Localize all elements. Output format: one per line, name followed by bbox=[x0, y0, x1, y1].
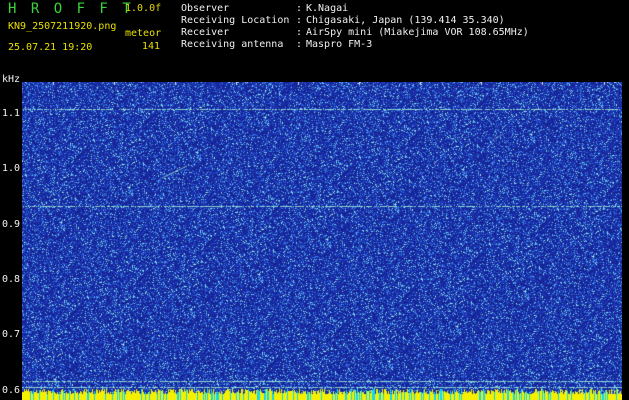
meta-key-receiver: Receiver bbox=[181, 27, 230, 38]
meta-colon: : bbox=[296, 27, 303, 38]
spectrogram-plot bbox=[22, 82, 622, 400]
filename-label: KN9_2507211920.png bbox=[8, 21, 117, 32]
meta-value-receiver: AirSpy mini (Miakejima VOR 108.65MHz) bbox=[306, 27, 529, 38]
meta-value-antenna: Maspro FM-3 bbox=[306, 39, 373, 50]
y-tick-label: 0.9 bbox=[2, 218, 21, 230]
version-label: 1.0.0f bbox=[125, 3, 162, 14]
meta-colon: : bbox=[296, 3, 303, 14]
y-tick-label: 0.6 bbox=[2, 384, 21, 396]
y-tick-label: 1.1 bbox=[2, 108, 21, 120]
y-tick-label: 0.8 bbox=[2, 274, 21, 286]
meta-colon: : bbox=[296, 39, 303, 50]
meteor-count: 141 bbox=[142, 41, 161, 52]
meta-colon: : bbox=[296, 15, 303, 26]
meta-key-antenna: Receiving antenna bbox=[181, 39, 284, 50]
mode-label: meteor bbox=[125, 28, 162, 39]
meta-key-location: Receiving Location bbox=[181, 15, 290, 26]
datetime-label: 25.07.21 19:20 bbox=[8, 42, 93, 53]
app-logo: H R O F F T bbox=[8, 1, 134, 17]
y-tick-label: 0.7 bbox=[2, 329, 21, 341]
meta-key-observer: Observer bbox=[181, 3, 230, 14]
y-axis-label: kHz bbox=[2, 74, 21, 85]
meta-value-observer: K.Nagai bbox=[306, 3, 349, 14]
meta-value-location: Chigasaki, Japan (139.414 35.340) bbox=[306, 15, 505, 26]
y-tick-label: 1.0 bbox=[2, 163, 21, 175]
